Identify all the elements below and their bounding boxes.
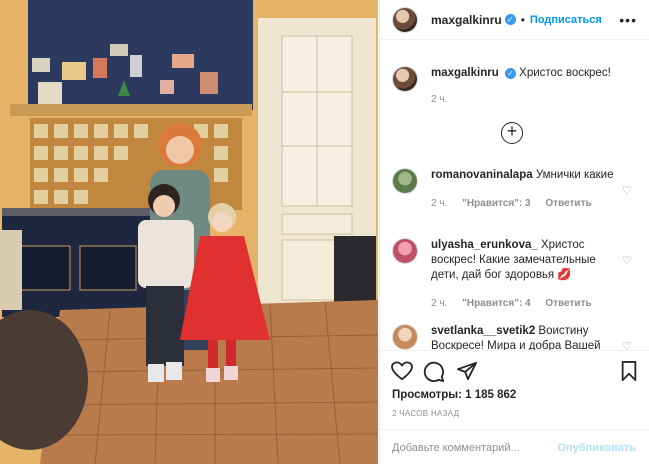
post-header: maxgalkinru ✓ • Подписаться ••• <box>380 0 649 40</box>
reply-button[interactable]: Ответить <box>545 298 591 309</box>
comments-list[interactable]: maxgalkinru ✓ Христос воскрес! 2 ч. + ro… <box>380 58 649 350</box>
caption-time[interactable]: 2 ч. <box>431 94 447 105</box>
comment-icon[interactable] <box>423 361 445 387</box>
comment-likes[interactable]: "Нравится": 4 <box>462 298 531 309</box>
comment-item: svetlanka__svetik2 Воистину Воскресе! Ми… <box>392 324 638 350</box>
author-username[interactable]: maxgalkinru <box>431 13 502 27</box>
commenter-avatar[interactable] <box>392 324 418 350</box>
more-dots-icon[interactable]: ••• <box>619 12 637 28</box>
heart-icon[interactable] <box>391 361 413 385</box>
commenter-avatar[interactable] <box>392 168 418 194</box>
comment-heart-icon[interactable]: ♡ <box>622 184 632 197</box>
comment-time[interactable]: 2 ч. <box>431 298 447 309</box>
post-timestamp[interactable]: 2 ЧАСОВ НАЗАД <box>392 409 459 418</box>
comment-item: ulyasha_erunkova_ Христос воскрес! Какие… <box>392 238 638 311</box>
caption: maxgalkinru ✓ Христос воскрес! 2 ч. <box>392 66 638 107</box>
views-number: 1 185 862 <box>465 389 517 401</box>
comment-item: romanovaninalapa Умнички какие 2 ч. "Нра… <box>392 168 638 211</box>
publish-button[interactable]: Опубликовать <box>557 442 636 454</box>
caption-avatar[interactable] <box>392 66 418 92</box>
comment-input[interactable]: Добавьте комментарий... <box>392 442 520 454</box>
views-count[interactable]: Просмотры: 1 185 862 <box>392 389 516 401</box>
comment-username[interactable]: ulyasha_erunkova_ <box>431 239 538 251</box>
comment-username[interactable]: romanovaninalapa <box>431 169 533 181</box>
kitchen-photo-image <box>0 0 378 464</box>
author-avatar[interactable] <box>392 6 418 33</box>
caption-text: Христос воскрес! <box>519 67 611 79</box>
follow-button[interactable]: Подписаться <box>530 14 602 26</box>
post-photo[interactable] <box>0 0 378 464</box>
verified-badge-icon: ✓ <box>504 68 516 79</box>
comment-username[interactable]: svetlanka__svetik2 <box>431 325 535 337</box>
comment-text: Умнички какие <box>535 169 614 181</box>
action-bar <box>380 350 649 390</box>
views-label: Просмотры: <box>392 389 462 401</box>
plus-circle-icon[interactable]: + <box>501 122 523 144</box>
comment-likes[interactable]: "Нравится": 3 <box>462 198 531 209</box>
commenter-avatar[interactable] <box>392 238 418 264</box>
verified-badge-icon: ✓ <box>504 14 516 25</box>
post-side-panel: maxgalkinru ✓ • Подписаться ••• maxgalki… <box>379 0 649 464</box>
reply-button[interactable]: Ответить <box>545 198 591 209</box>
comment-heart-icon[interactable]: ♡ <box>622 340 632 350</box>
share-icon[interactable] <box>456 361 478 385</box>
caption-username[interactable]: maxgalkinru <box>431 67 499 79</box>
separator-dot: • <box>520 12 525 27</box>
comment-heart-icon[interactable]: ♡ <box>622 254 632 267</box>
add-comment-bar: Добавьте комментарий... Опубликовать <box>380 429 649 464</box>
comment-time[interactable]: 2 ч. <box>431 198 447 209</box>
bookmark-icon[interactable] <box>620 361 638 385</box>
